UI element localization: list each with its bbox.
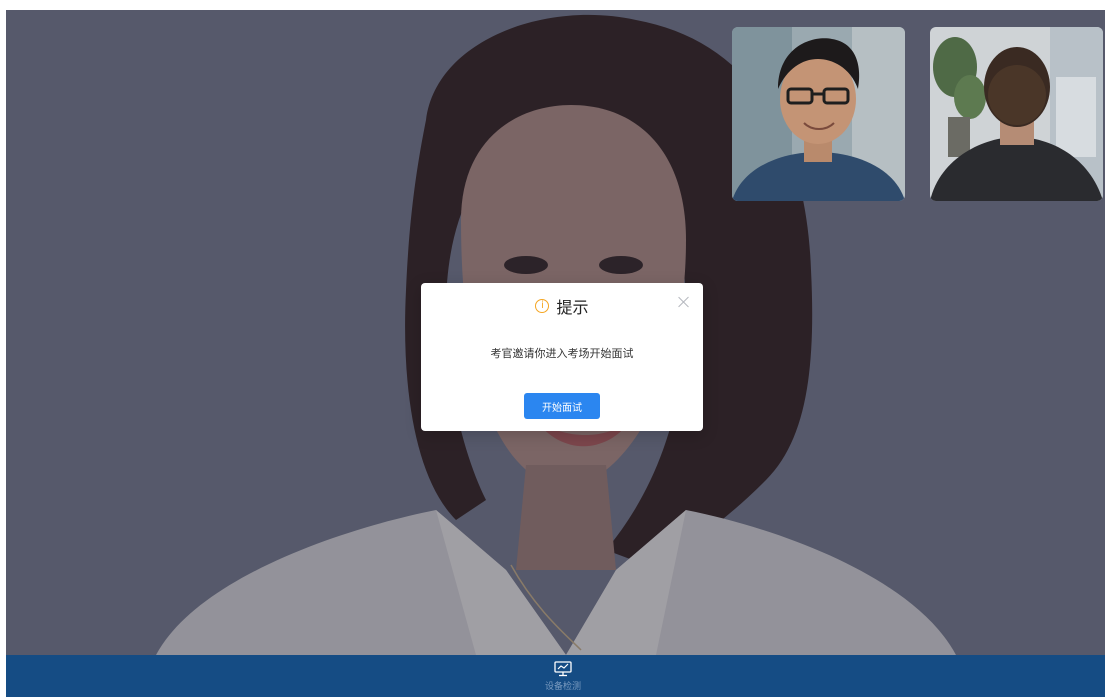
dialog-header: i 提示 xyxy=(421,295,703,317)
close-icon[interactable] xyxy=(677,295,691,309)
examiner-video-thumbnail-2[interactable] xyxy=(930,27,1103,201)
dialog-title: 提示 xyxy=(556,298,589,317)
dialog-message: 考官邀请你进入考场开始面试 xyxy=(490,347,634,360)
prompt-dialog: i 提示 考官邀请你进入考场开始面试 开始面试 xyxy=(421,283,703,431)
info-icon: i xyxy=(535,299,550,313)
device-check-button[interactable]: 设备检测 xyxy=(533,661,593,697)
device-check-label: 设备检测 xyxy=(544,682,581,692)
interview-stage: i 提示 考官邀请你进入考场开始面试 开始面试 设备检测 xyxy=(6,10,1105,697)
monitor-icon xyxy=(554,661,572,677)
examiner-video-thumbnail-1[interactable] xyxy=(732,27,905,201)
start-interview-button[interactable]: 开始面试 xyxy=(524,393,600,419)
bottom-toolbar: 设备检测 xyxy=(6,655,1105,697)
